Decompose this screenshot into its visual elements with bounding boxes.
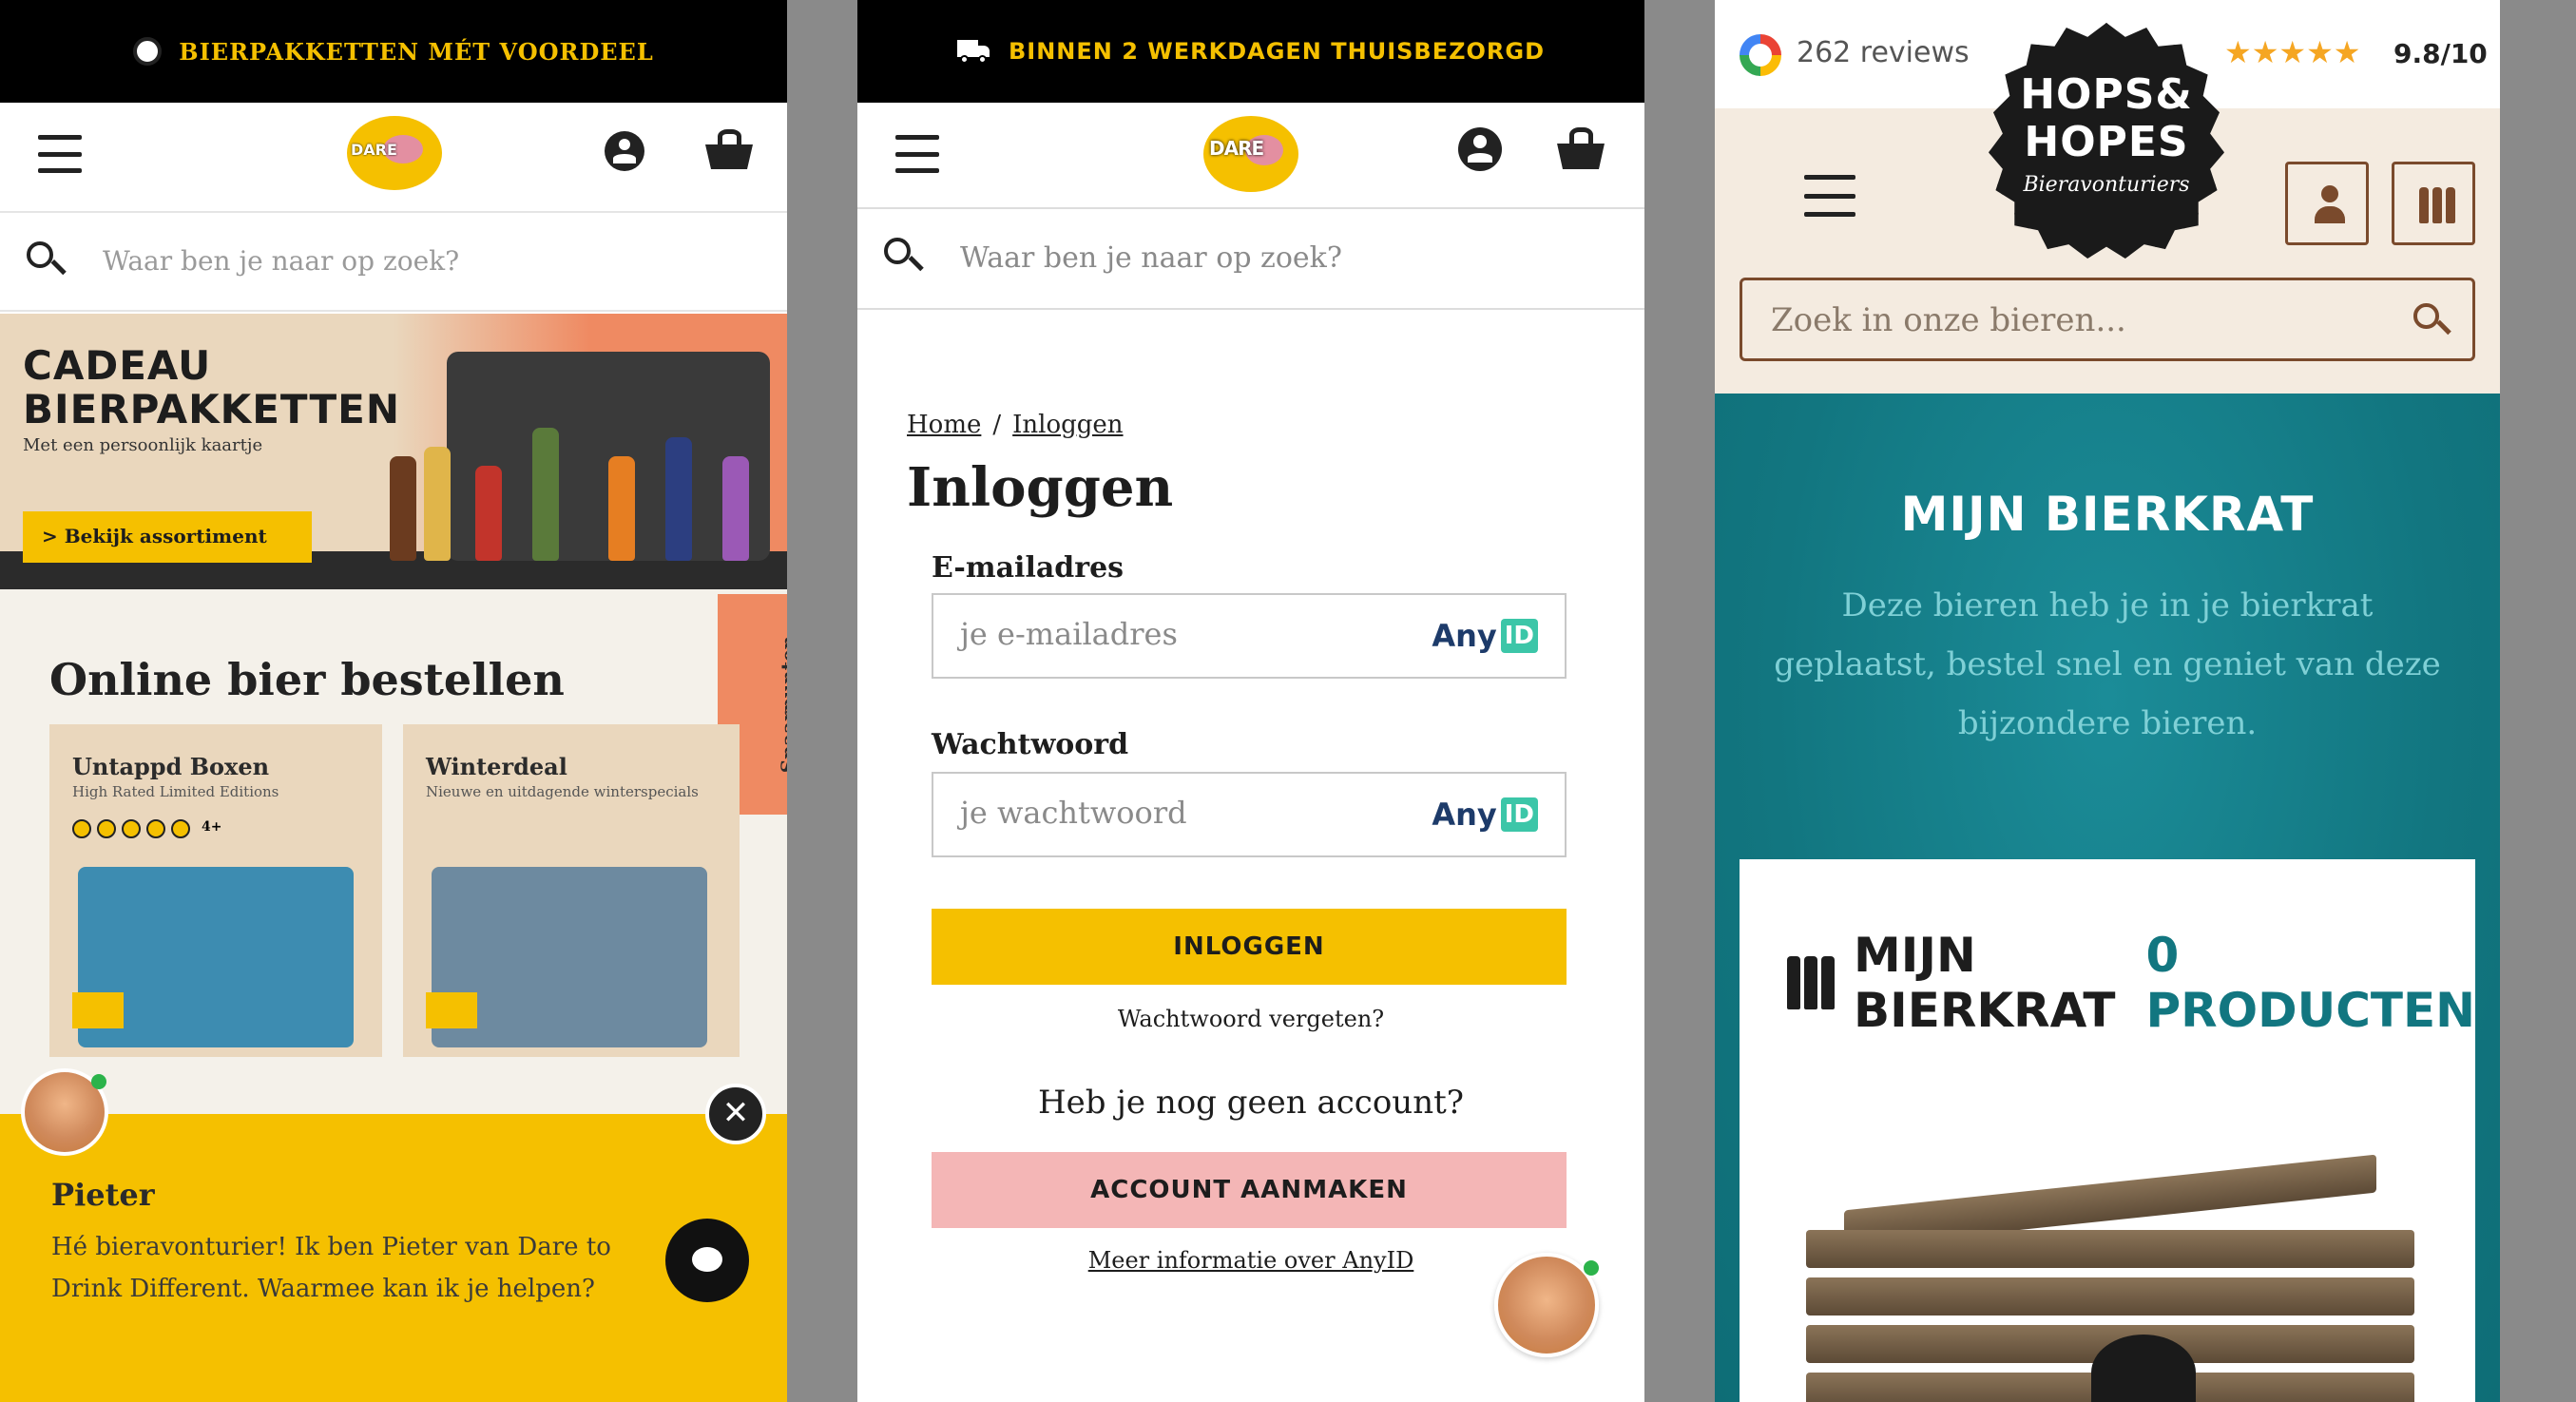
reviews-count[interactable]: 262 reviews bbox=[1797, 36, 1970, 69]
banner-title-2: BIERPAKKETTEN bbox=[23, 386, 400, 432]
rating-score: 9.8/10 bbox=[2393, 38, 2488, 69]
forgot-password-link[interactable]: Wachtwoord vergeten? bbox=[857, 1006, 1644, 1032]
bottle-image bbox=[390, 456, 416, 561]
logo-text: DARE bbox=[351, 141, 397, 159]
password-field[interactable]: je wachtwoord Any ID bbox=[932, 772, 1567, 857]
gift-banner[interactable]: CADEAU BIERPAKKETTEN Met een persoonlijk… bbox=[0, 314, 787, 589]
savings-points-label: Spaarpunten bbox=[777, 635, 787, 774]
wooden-crate-image bbox=[1806, 1144, 2452, 1402]
basket-icon[interactable] bbox=[705, 129, 753, 169]
menu-icon[interactable] bbox=[1804, 175, 1855, 217]
product-card-winterdeal[interactable]: Winterdeal Nieuwe en uitdagende wintersp… bbox=[403, 724, 740, 1057]
dare-logo[interactable]: DARE bbox=[347, 116, 442, 190]
promo-text: BIERPAKKETTEN MÉT VOORDEEL bbox=[179, 37, 654, 66]
close-icon[interactable]: ✕ bbox=[705, 1084, 766, 1144]
email-label: E-mailadres bbox=[932, 551, 1125, 585]
bottle-image bbox=[424, 447, 451, 561]
card-subtitle: Nieuwe en uitdagende winterspecials bbox=[426, 783, 699, 800]
login-button[interactable]: INLOGGEN bbox=[932, 909, 1567, 985]
truck-icon bbox=[956, 40, 990, 64]
delivery-topbar: BINNEN 2 WERKDAGEN THUISBEZORGD bbox=[857, 0, 1644, 103]
create-account-button[interactable]: ACCOUNT AANMAKEN bbox=[932, 1152, 1567, 1228]
page-title: Inloggen bbox=[907, 456, 1174, 519]
hops-hopes-logo bbox=[2091, 1335, 2196, 1402]
search-input[interactable]: Waar ben je naar op zoek? bbox=[103, 245, 459, 277]
bottle-image bbox=[722, 456, 749, 561]
hops-hopes-crate-screen: 262 reviews ★★★★★ 9.8/10 HOPS& HOPES Bie… bbox=[1715, 0, 2500, 1402]
basket-icon[interactable] bbox=[1557, 127, 1605, 169]
beer-crate-button[interactable] bbox=[2392, 162, 2475, 245]
logo-text: DARE bbox=[1209, 137, 1264, 160]
rating-stars-icon: ★★★★★ bbox=[2224, 34, 2361, 70]
bottles-icon bbox=[1787, 956, 1835, 1009]
breadcrumb: Home / Inloggen bbox=[907, 411, 1124, 439]
google-icon bbox=[1740, 34, 1781, 76]
crate-product-count: 0 PRODUCTEN bbox=[2145, 928, 2475, 1038]
search-icon bbox=[884, 238, 924, 276]
chat-message: Hé bieravonturier! Ik ben Pieter van Dar… bbox=[51, 1233, 611, 1303]
badge-icon bbox=[133, 37, 163, 66]
card-title: Untappd Boxen bbox=[72, 753, 270, 780]
promo-topbar: BIERPAKKETTEN MÉT VOORDEEL bbox=[0, 0, 787, 103]
account-button[interactable] bbox=[2285, 162, 2369, 245]
card-title: Winterdeal bbox=[426, 753, 567, 780]
search-bar[interactable]: Waar ben je naar op zoek? bbox=[0, 211, 787, 312]
user-icon bbox=[2315, 185, 2345, 223]
banner-title-1: CADEAU bbox=[23, 342, 212, 389]
anyid-icon[interactable]: Any ID bbox=[1432, 618, 1538, 654]
card-subtitle: High Rated Limited Editions bbox=[72, 783, 279, 800]
online-status-icon bbox=[91, 1074, 106, 1089]
online-status-icon bbox=[1582, 1258, 1601, 1277]
bottle-image bbox=[475, 466, 502, 561]
play-icon[interactable] bbox=[426, 992, 477, 1028]
dare-home-screen: BIERPAKKETTEN MÉT VOORDEEL DARE Waar ben… bbox=[0, 0, 787, 1402]
bottle-image bbox=[608, 456, 635, 561]
search-bar[interactable]: Zoek in onze bieren... bbox=[1740, 278, 2475, 361]
intro-text: Deze bieren heb je in je bierkrat geplaa… bbox=[1774, 586, 2441, 742]
rating-dots: 4+ bbox=[72, 819, 221, 838]
dare-login-screen: BINNEN 2 WERKDAGEN THUISBEZORGD DARE Waa… bbox=[857, 0, 1644, 1402]
bottle-image bbox=[665, 437, 692, 561]
anyid-icon[interactable]: Any ID bbox=[1432, 797, 1538, 833]
menu-icon[interactable] bbox=[38, 135, 82, 173]
password-label: Wachtwoord bbox=[932, 728, 1129, 761]
search-bar[interactable]: Waar ben je naar op zoek? bbox=[857, 211, 1644, 310]
search-input[interactable]: Zoek in onze bieren... bbox=[1771, 301, 2126, 339]
product-card-untappd[interactable]: Untappd Boxen High Rated Limited Edition… bbox=[49, 724, 382, 1057]
crate-heading-title: MIJN BIERKRAT bbox=[1854, 928, 2116, 1038]
account-icon[interactable] bbox=[605, 131, 644, 171]
play-icon[interactable] bbox=[72, 992, 124, 1028]
crate-card: MIJN BIERKRAT 0 PRODUCTEN bbox=[1740, 859, 2475, 1402]
delivery-text: BINNEN 2 WERKDAGEN THUISBEZORGD bbox=[1008, 38, 1545, 65]
page-title: MIJN BIERKRAT bbox=[1900, 487, 2315, 542]
section-title: Online bier bestellen bbox=[49, 654, 565, 705]
search-icon[interactable] bbox=[2413, 303, 2451, 339]
account-icon[interactable] bbox=[1458, 127, 1502, 171]
chat-bubble-icon[interactable] bbox=[665, 1219, 749, 1302]
email-placeholder: je e-mailadres bbox=[960, 616, 1178, 652]
no-account-heading: Heb je nog geen account? bbox=[1038, 1084, 1464, 1122]
bottles-icon bbox=[2419, 187, 2455, 223]
view-assortment-button[interactable]: > Bekijk assortiment bbox=[23, 511, 312, 563]
search-icon bbox=[27, 241, 67, 279]
crate-heading: MIJN BIERKRAT 0 PRODUCTEN bbox=[1787, 928, 2475, 1038]
password-placeholder: je wachtwoord bbox=[960, 795, 1187, 831]
bottle-image bbox=[532, 428, 559, 561]
dare-logo[interactable]: DARE bbox=[1203, 116, 1298, 192]
menu-icon[interactable] bbox=[895, 135, 939, 173]
breadcrumb-current[interactable]: Inloggen bbox=[1012, 411, 1123, 439]
breadcrumb-home[interactable]: Home bbox=[907, 411, 981, 439]
agent-name: Pieter bbox=[51, 1177, 155, 1213]
email-field[interactable]: je e-mailadres Any ID bbox=[932, 593, 1567, 679]
banner-subtitle: Met een persoonlijk kaartje bbox=[23, 435, 263, 455]
search-input[interactable]: Waar ben je naar op zoek? bbox=[960, 241, 1342, 275]
